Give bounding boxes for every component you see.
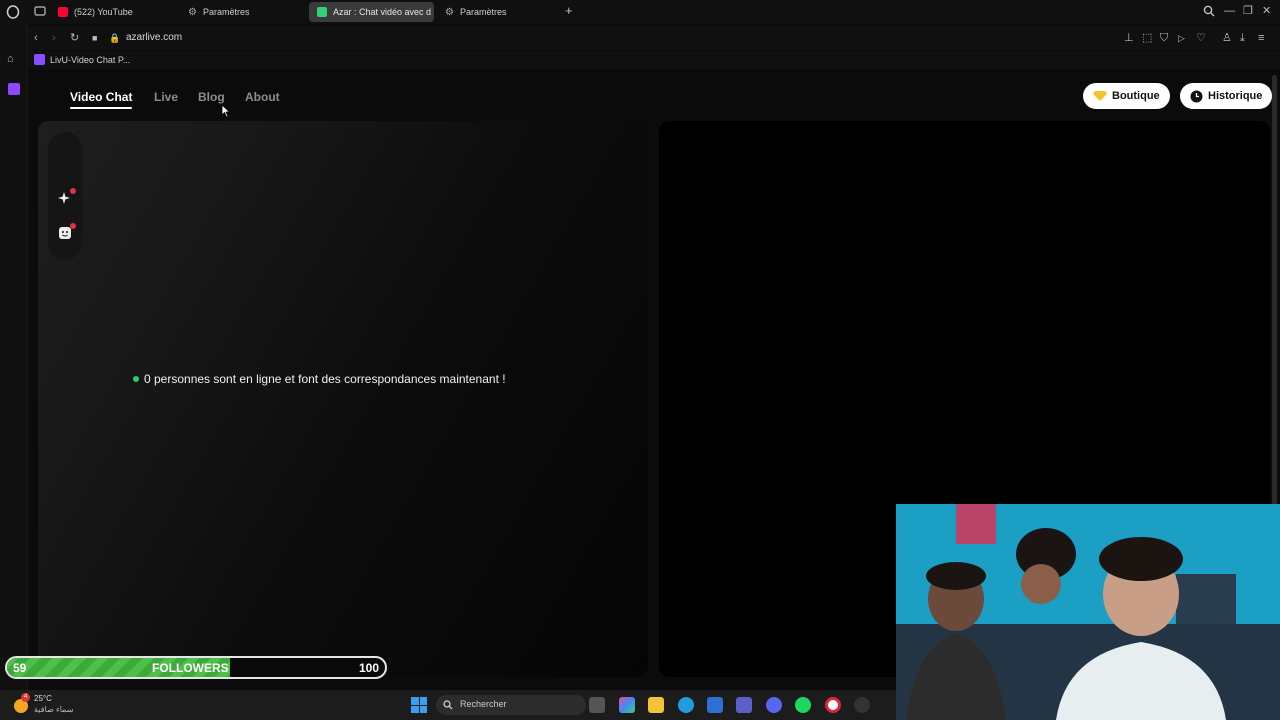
- followers-label: FOLLOWERS: [152, 661, 229, 675]
- tab-label: Paramètres: [459, 7, 507, 17]
- online-text: 0 personnes sont en ligne et font des co…: [144, 372, 506, 386]
- tab-parametres-1[interactable]: ⚙ Paramètres: [180, 2, 305, 22]
- boutique-button[interactable]: Boutique: [1083, 83, 1170, 109]
- forward-button[interactable]: ›: [52, 31, 56, 45]
- webcam-image: [896, 504, 1280, 720]
- followers-goal: 100: [358, 661, 379, 675]
- minimize-button[interactable]: —: [1224, 4, 1235, 18]
- windows-taskbar: 4 25°C سماء صافية Rechercher: [0, 690, 896, 720]
- local-video-panel: [38, 121, 648, 677]
- online-dot: [133, 376, 139, 382]
- spotify-icon[interactable]: [795, 697, 811, 713]
- gem-icon: [1093, 91, 1107, 101]
- task-view-icon[interactable]: [589, 697, 605, 713]
- menu-icon[interactable]: ≡: [1258, 31, 1264, 45]
- weather-badge: 4: [21, 693, 30, 702]
- url-text[interactable]: azarlive.com: [126, 32, 182, 43]
- followers-goal-bar: 59 FOLLOWERS 100: [5, 656, 387, 679]
- taskbar-search[interactable]: Rechercher: [436, 695, 586, 715]
- nav-about[interactable]: About: [245, 90, 280, 104]
- new-tab-button[interactable]: +: [565, 4, 573, 18]
- tab-azar[interactable]: Azar : Chat vidéo avec d: [309, 2, 434, 22]
- tab-youtube[interactable]: (522) YouTube: [50, 2, 178, 22]
- weather-temp: 25°C: [34, 694, 52, 703]
- tab-label: (522) YouTube: [74, 7, 133, 17]
- bookmark-livu[interactable]: LivU-Video Chat P...: [34, 54, 130, 65]
- profile-icon[interactable]: ♙: [1222, 31, 1232, 45]
- nav-live[interactable]: Live: [154, 90, 178, 104]
- twitch-icon[interactable]: [8, 83, 20, 95]
- play-icon[interactable]: ▷: [1178, 31, 1185, 45]
- search-tabs-icon[interactable]: [1203, 5, 1215, 21]
- teams-icon[interactable]: [736, 697, 752, 713]
- tab-label: Paramètres: [202, 7, 250, 17]
- clock-icon: [1190, 90, 1203, 102]
- tab-islands-icon[interactable]: [34, 5, 46, 21]
- copilot-icon[interactable]: [619, 697, 635, 713]
- historique-button[interactable]: Historique: [1180, 83, 1273, 109]
- bookmarks-bar: LivU-Video Chat P...: [28, 51, 1280, 69]
- historique-label: Historique: [1208, 90, 1263, 102]
- heart-icon[interactable]: ♡: [1196, 31, 1206, 45]
- store-icon[interactable]: [707, 697, 723, 713]
- nav-active-underline: [70, 107, 132, 109]
- mouse-cursor: [221, 104, 231, 118]
- discord-icon[interactable]: [766, 697, 782, 713]
- file-explorer-icon[interactable]: [648, 697, 664, 713]
- nav-video-chat[interactable]: Video Chat: [70, 90, 132, 104]
- obs-icon[interactable]: [854, 697, 870, 713]
- browser-tab-bar: (522) YouTube ⚙ Paramètres Azar : Chat v…: [0, 0, 1280, 24]
- lock-icon[interactable]: 🔒: [109, 31, 120, 45]
- followers-current: 59: [13, 661, 27, 675]
- download-icon[interactable]: ⤓: [1240, 31, 1245, 45]
- opera-menu-icon[interactable]: [6, 5, 20, 23]
- close-window-button[interactable]: ✕: [1262, 4, 1271, 18]
- streamer-webcam: [896, 504, 1280, 720]
- search-placeholder: Rechercher: [460, 699, 507, 709]
- weather-widget[interactable]: 4: [12, 693, 30, 714]
- opera-icon[interactable]: [825, 697, 841, 713]
- online-status: 0 personnes sont en ligne et font des co…: [133, 372, 506, 386]
- restore-button[interactable]: ❐: [1243, 4, 1253, 18]
- snapshot-icon[interactable]: ⬚: [1142, 31, 1152, 45]
- back-button[interactable]: ‹: [34, 31, 38, 45]
- video-tools-bar: [48, 132, 82, 260]
- bookmark-label: LivU-Video Chat P...: [50, 54, 131, 65]
- tab-label: Azar : Chat vidéo avec d: [333, 7, 432, 17]
- notification-badge: [70, 223, 76, 229]
- notification-badge: [70, 188, 76, 194]
- youtube-icon: [58, 7, 68, 17]
- nav-blog[interactable]: Blog: [198, 90, 225, 104]
- gear-icon: ⚙: [445, 6, 454, 18]
- gear-icon: ⚙: [188, 6, 197, 18]
- weather-desc: سماء صافية: [34, 705, 74, 714]
- windows-start-icon[interactable]: [411, 697, 427, 713]
- boutique-label: Boutique: [1112, 90, 1160, 102]
- camera-icon[interactable]: ■: [92, 31, 97, 45]
- tab-parametres-2[interactable]: ⚙ Paramètres: [437, 2, 562, 22]
- shield-icon[interactable]: ⛉: [1160, 31, 1168, 45]
- reload-button[interactable]: ↻: [70, 31, 79, 45]
- pin-icon[interactable]: ⊥: [1124, 31, 1134, 45]
- browser-sidebar: ⌂: [0, 24, 28, 720]
- livu-icon: [34, 54, 45, 65]
- azar-icon: [317, 7, 327, 17]
- home-icon[interactable]: ⌂: [7, 52, 14, 66]
- edge-icon[interactable]: [678, 697, 694, 713]
- search-icon: [443, 700, 453, 710]
- address-bar: ‹ › ↻ ■ 🔒 azarlive.com ⊥ ⬚ ⛉ ▷ ♡ ♙ ⤓ ≡: [28, 26, 1280, 50]
